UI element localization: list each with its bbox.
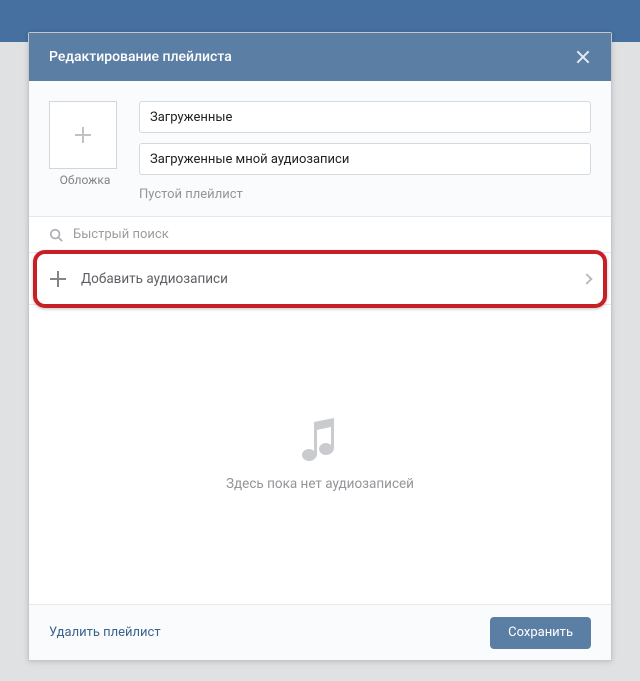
close-icon[interactable]	[575, 49, 591, 65]
modal-header: Редактирование плейлиста	[29, 33, 611, 81]
playlist-status: Пустой плейлист	[139, 185, 591, 202]
form-fields: Пустой плейлист	[139, 101, 591, 202]
cover-upload[interactable]: Обложка	[49, 101, 121, 202]
empty-text: Здесь пока нет аудиозаписей	[226, 476, 414, 492]
modal-footer: Удалить плейлист Сохранить	[29, 604, 611, 660]
save-button[interactable]: Сохранить	[490, 617, 591, 649]
search-icon	[49, 228, 63, 242]
music-note-icon	[300, 418, 340, 462]
add-audio-wrap: Добавить аудиозаписи	[29, 253, 611, 305]
cover-box	[49, 101, 117, 169]
cover-label: Обложка	[49, 173, 121, 187]
chevron-right-icon	[581, 273, 592, 284]
empty-state: Здесь пока нет аудиозаписей	[29, 305, 611, 604]
modal-title: Редактирование плейлиста	[49, 49, 232, 65]
search-input[interactable]	[73, 227, 591, 242]
playlist-name-input[interactable]	[139, 101, 591, 133]
plus-icon	[73, 125, 93, 145]
add-audio-label: Добавить аудиозаписи	[81, 271, 569, 287]
playlist-form: Обложка Пустой плейлист	[29, 81, 611, 217]
delete-playlist-link[interactable]: Удалить плейлист	[49, 625, 161, 640]
search-row	[29, 217, 611, 253]
edit-playlist-modal: Редактирование плейлиста Обложка Пустой …	[28, 32, 612, 661]
plus-icon	[49, 270, 67, 288]
add-audio-button[interactable]: Добавить аудиозаписи	[29, 253, 611, 305]
playlist-desc-input[interactable]	[139, 143, 591, 175]
